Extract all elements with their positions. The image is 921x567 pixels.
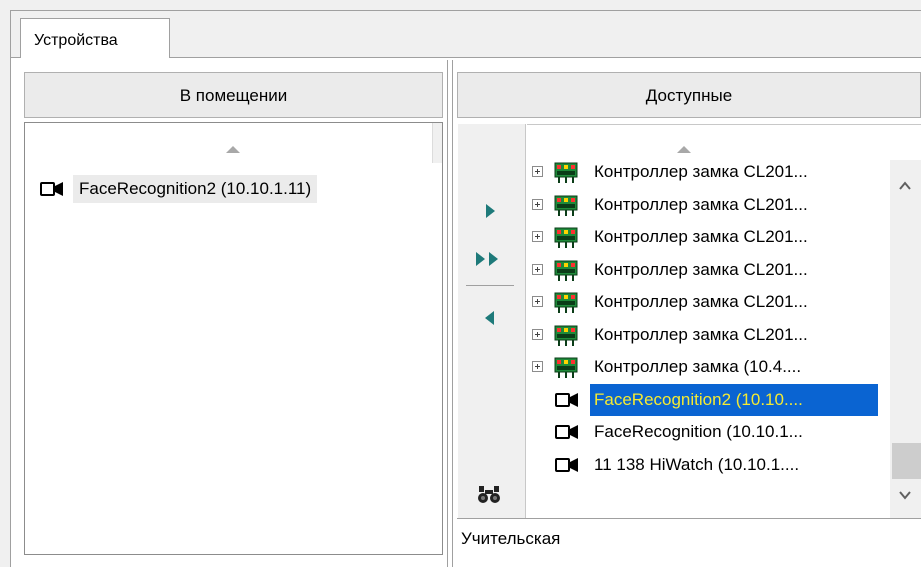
lock-controller-icon bbox=[554, 325, 578, 346]
binoculars-icon[interactable] bbox=[476, 483, 502, 505]
available-list-item-label[interactable]: Контроллер замка CL201... bbox=[590, 319, 812, 351]
available-list-item-label[interactable]: Контроллер замка CL201... bbox=[590, 189, 812, 221]
available-list-item-label[interactable]: Контроллер замка CL201... bbox=[590, 254, 812, 286]
in-room-header[interactable]: В помещении bbox=[24, 72, 443, 118]
location-status: Учительская bbox=[457, 518, 921, 567]
available-header[interactable]: Доступные bbox=[457, 72, 921, 118]
lock-controller-icon bbox=[554, 357, 578, 378]
expand-plus-icon[interactable] bbox=[532, 231, 543, 242]
available-list-rows: Контроллер замка CL201... Контроллер замк… bbox=[527, 160, 887, 518]
scroll-up-indicator-icon[interactable] bbox=[226, 146, 240, 153]
available-list-item[interactable]: FaceRecognition2 (10.10.... bbox=[527, 383, 887, 416]
available-list-item-label[interactable]: Контроллер замка CL201... bbox=[590, 286, 812, 318]
camera-icon bbox=[555, 425, 578, 439]
button-divider bbox=[466, 285, 514, 286]
available-list-item[interactable]: Контроллер замка CL201... bbox=[527, 160, 887, 188]
lock-controller-icon bbox=[554, 292, 578, 313]
panel-splitter-edge bbox=[452, 60, 453, 567]
lock-controller-icon bbox=[554, 260, 578, 281]
tab-devices[interactable]: Устройства bbox=[20, 18, 170, 58]
available-list-item[interactable]: 11 138 HiWatch (10.10.1.... bbox=[527, 449, 887, 481]
available-list-item[interactable]: Контроллер замка CL201... bbox=[527, 286, 887, 318]
expand-plus-icon[interactable] bbox=[532, 296, 543, 307]
expand-plus-icon[interactable] bbox=[532, 328, 543, 340]
camera-icon bbox=[40, 182, 63, 196]
remove-button[interactable] bbox=[479, 308, 501, 328]
scroll-up-indicator-icon[interactable] bbox=[677, 146, 691, 153]
available-list-item-label[interactable]: Контроллер замка (10.4.... bbox=[590, 351, 805, 383]
available-list-item[interactable]: Контроллер замка CL201... bbox=[527, 319, 887, 351]
lock-controller-icon bbox=[554, 227, 578, 248]
in-room-list-item-label[interactable]: FaceRecognition2 (10.10.1.11) bbox=[73, 175, 318, 203]
expand-plus-icon[interactable] bbox=[532, 198, 543, 210]
available-list-item-label[interactable]: 11 138 HiWatch (10.10.1.... bbox=[590, 449, 803, 481]
lock-controller-icon bbox=[554, 195, 578, 216]
available-list-item-label[interactable]: Контроллер замка CL201... bbox=[590, 221, 812, 253]
available-list-item[interactable]: Контроллер замка CL201... bbox=[527, 254, 887, 286]
available-list-item[interactable]: Контроллер замка (10.4.... bbox=[527, 351, 887, 383]
expand-plus-icon[interactable] bbox=[532, 361, 543, 372]
chevron-down-icon[interactable] bbox=[897, 487, 913, 503]
scrollbar-thumb[interactable] bbox=[892, 443, 921, 479]
expand-plus-icon[interactable] bbox=[532, 263, 543, 275]
add-all-button[interactable] bbox=[472, 249, 506, 269]
available-list-item[interactable]: FaceRecognition (10.10.1... bbox=[527, 416, 887, 448]
in-room-list-scroll-strip bbox=[432, 123, 442, 163]
camera-icon bbox=[555, 457, 578, 472]
available-list-item[interactable]: Контроллер замка CL201... bbox=[527, 221, 887, 253]
available-list-item-label[interactable]: FaceRecognition (10.10.1... bbox=[590, 416, 807, 448]
add-button[interactable] bbox=[479, 201, 501, 221]
available-list-item-label[interactable]: Контроллер замка CL201... bbox=[590, 160, 812, 188]
available-list-item-label[interactable]: FaceRecognition2 (10.10.... bbox=[590, 383, 878, 416]
expand-plus-icon[interactable] bbox=[532, 166, 543, 177]
available-list-item[interactable]: Контроллер замка CL201... bbox=[527, 189, 887, 221]
lock-controller-icon bbox=[554, 162, 578, 183]
chevron-up-icon[interactable] bbox=[897, 178, 913, 194]
camera-icon bbox=[555, 392, 578, 407]
panel-splitter[interactable] bbox=[447, 60, 448, 567]
